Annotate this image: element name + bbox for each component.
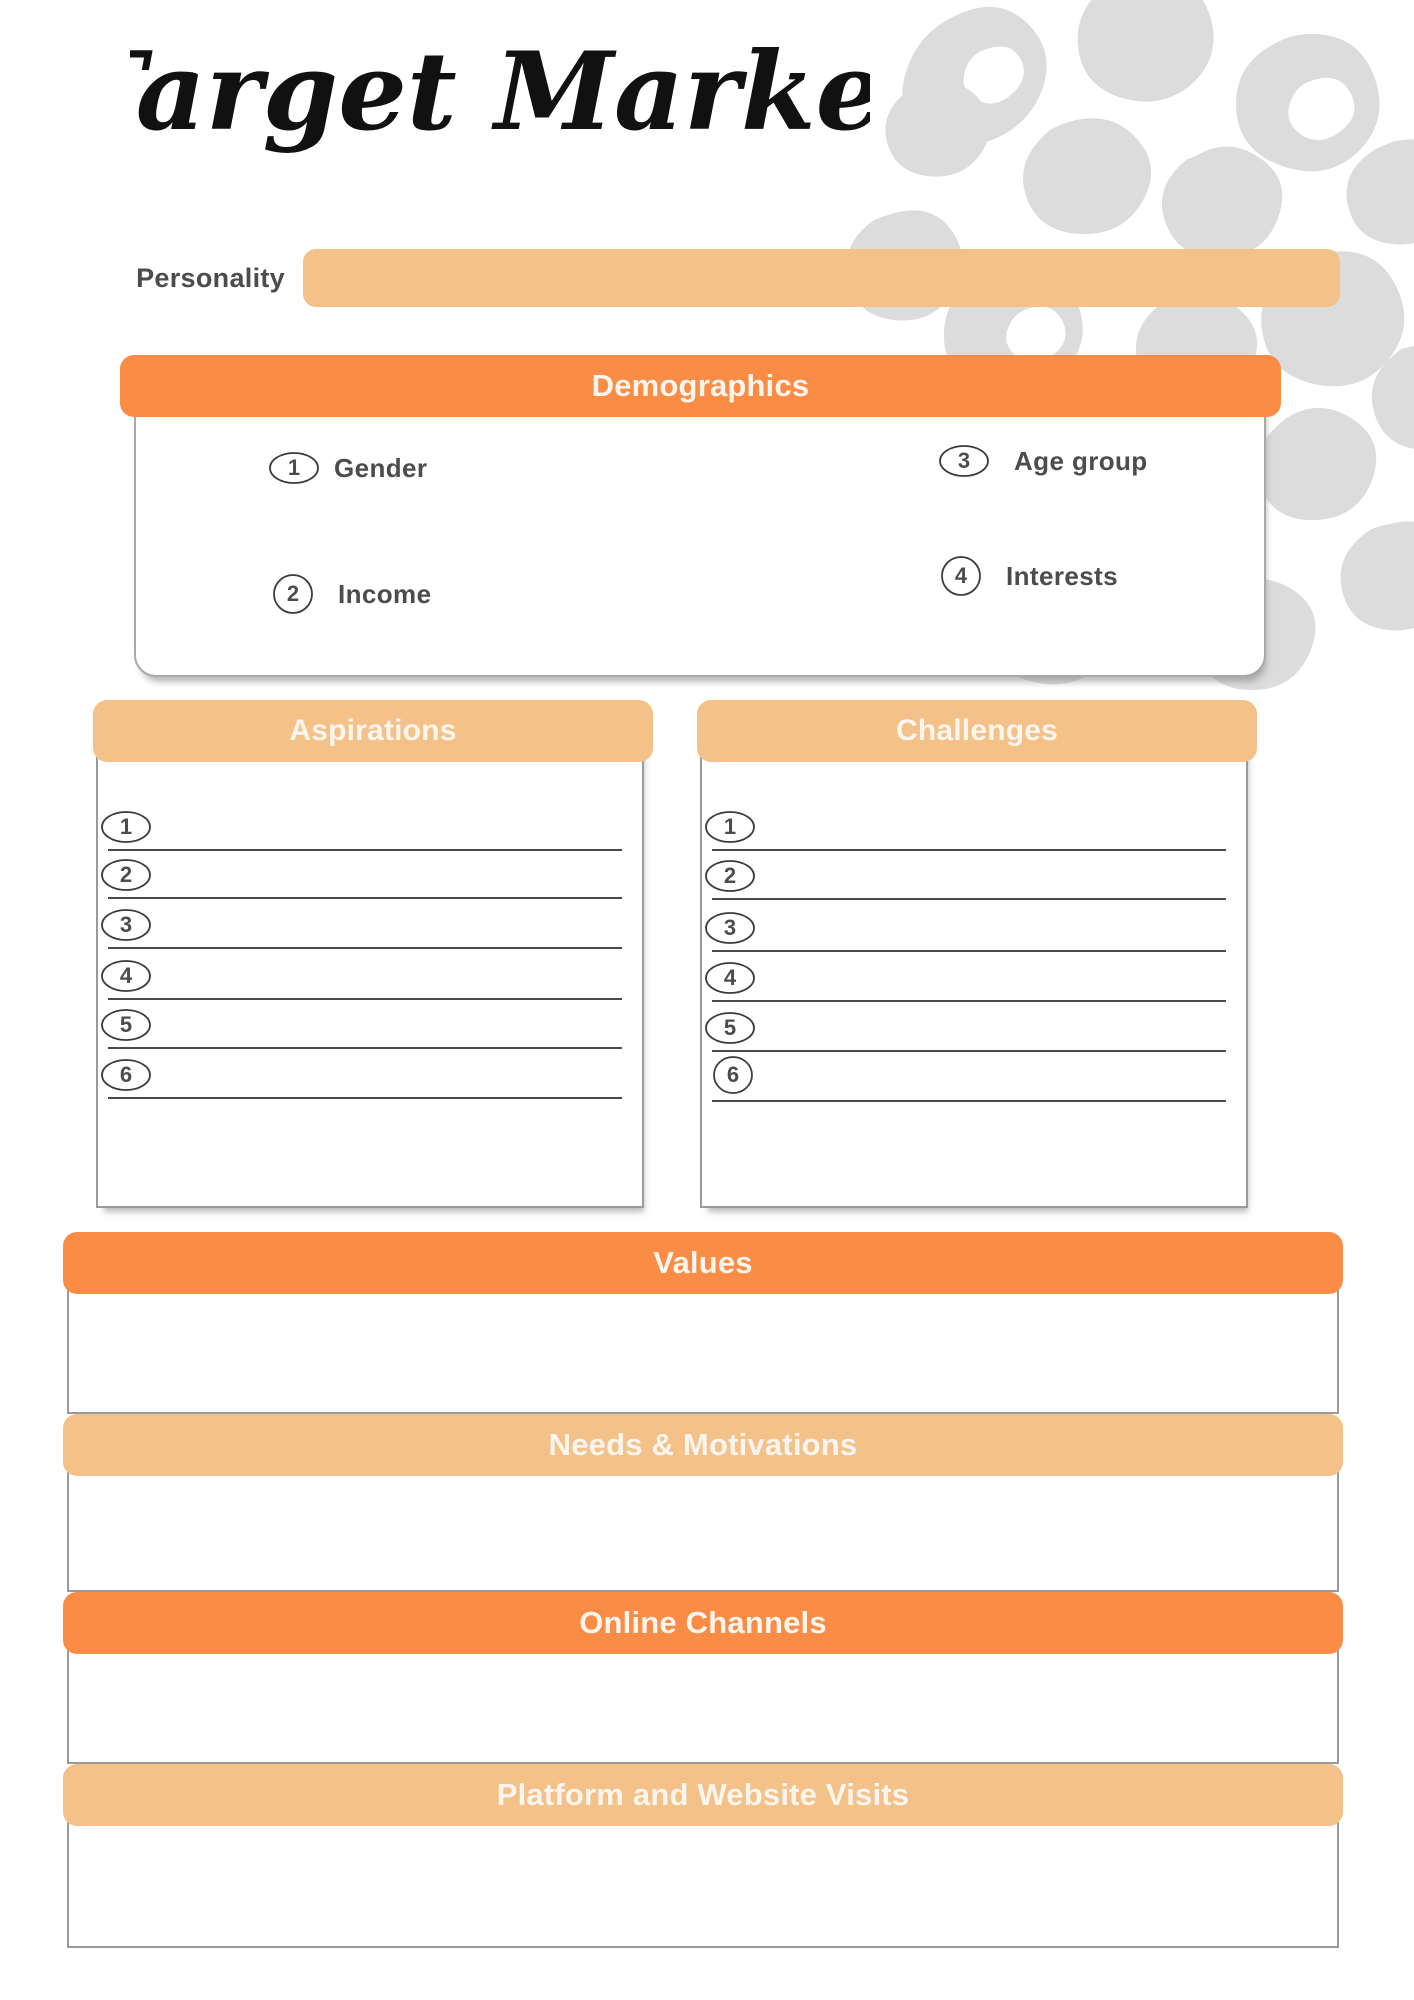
list-item[interactable]: 4 xyxy=(96,949,644,1000)
demographics-header: Demographics xyxy=(120,355,1281,417)
section-needs-motivations: Needs & Motivations xyxy=(63,1414,1343,1592)
demographics-item-label: Interests xyxy=(1006,560,1118,591)
section-values: Values xyxy=(63,1232,1343,1414)
page-title-text: Target Market xyxy=(130,29,870,155)
list-item[interactable]: 1 xyxy=(700,798,1248,851)
section-online-input[interactable] xyxy=(63,1654,1343,1764)
demographics-item-label: Age group xyxy=(1014,445,1148,476)
number-bubble-4-icon: 4 xyxy=(940,555,982,597)
write-line xyxy=(712,1100,1226,1102)
number-bubble-2-icon: 2 xyxy=(272,573,314,615)
list-item[interactable]: 1 xyxy=(96,799,644,851)
aspirations-rows: 1 2 3 4 5 6 xyxy=(96,799,644,1099)
number-bubble-3-icon: 3 xyxy=(938,443,990,479)
personality-input[interactable] xyxy=(303,249,1340,307)
demographics-card xyxy=(134,385,1266,677)
demographics-item-label: Income xyxy=(338,578,432,609)
number-bubble-2-icon: 2 xyxy=(704,858,756,894)
list-item[interactable]: 3 xyxy=(96,899,644,949)
section-needs-header: Needs & Motivations xyxy=(63,1414,1343,1476)
number-bubble-4-icon: 4 xyxy=(704,960,756,996)
section-platform-header: Platform and Website Visits xyxy=(63,1764,1343,1826)
demographics-item-interests[interactable]: 4 Interests xyxy=(940,555,1118,597)
aspirations-header: Aspirations xyxy=(93,700,653,762)
target-market-worksheet: Target Market Personality Demographics 1… xyxy=(0,0,1414,2000)
number-bubble-6-icon: 6 xyxy=(100,1057,152,1093)
list-item[interactable]: 2 xyxy=(700,851,1248,900)
demographics-panel: Demographics 1 Gender 2 Income 3 Age gro… xyxy=(120,355,1281,677)
section-values-header: Values xyxy=(63,1232,1343,1294)
section-online-channels: Online Channels xyxy=(63,1592,1343,1764)
demographics-item-label: Gender xyxy=(334,452,428,483)
list-item[interactable]: 2 xyxy=(96,851,644,899)
number-bubble-3-icon: 3 xyxy=(704,910,756,946)
page-title: Target Market xyxy=(0,8,1000,183)
bottom-sections: Values Needs & Motivations Online Channe… xyxy=(63,1232,1343,1948)
demographics-item-gender[interactable]: 1 Gender xyxy=(268,450,427,486)
section-online-header: Online Channels xyxy=(63,1592,1343,1654)
number-bubble-5-icon: 5 xyxy=(100,1007,152,1043)
list-item[interactable]: 4 xyxy=(700,952,1248,1002)
list-item[interactable]: 6 xyxy=(700,1052,1248,1102)
challenges-header: Challenges xyxy=(697,700,1257,762)
number-bubble-4-icon: 4 xyxy=(100,958,152,994)
number-bubble-1-icon: 1 xyxy=(100,809,152,845)
number-bubble-6-icon: 6 xyxy=(712,1054,754,1096)
page-title-svg: Target Market xyxy=(130,29,870,155)
personality-label: Personality xyxy=(136,262,285,293)
list-item[interactable]: 6 xyxy=(96,1049,644,1099)
number-bubble-1-icon: 1 xyxy=(268,450,320,486)
number-bubble-1-icon: 1 xyxy=(704,809,756,845)
section-needs-input[interactable] xyxy=(63,1476,1343,1592)
demographics-item-income[interactable]: 2 Income xyxy=(272,573,431,615)
number-bubble-2-icon: 2 xyxy=(100,857,152,893)
number-bubble-3-icon: 3 xyxy=(100,907,152,943)
section-platform-input[interactable] xyxy=(63,1826,1343,1948)
list-item[interactable]: 5 xyxy=(700,1002,1248,1052)
demographics-item-age-group[interactable]: 3 Age group xyxy=(938,443,1148,479)
number-bubble-5-icon: 5 xyxy=(704,1010,756,1046)
write-line xyxy=(108,1097,622,1099)
challenges-rows: 1 2 3 4 5 6 xyxy=(700,798,1248,1102)
section-values-input[interactable] xyxy=(63,1294,1343,1414)
list-item[interactable]: 5 xyxy=(96,1000,644,1049)
section-platform-website-visits: Platform and Website Visits xyxy=(63,1764,1343,1948)
personality-row: Personality xyxy=(0,249,1340,307)
list-item[interactable]: 3 xyxy=(700,900,1248,952)
